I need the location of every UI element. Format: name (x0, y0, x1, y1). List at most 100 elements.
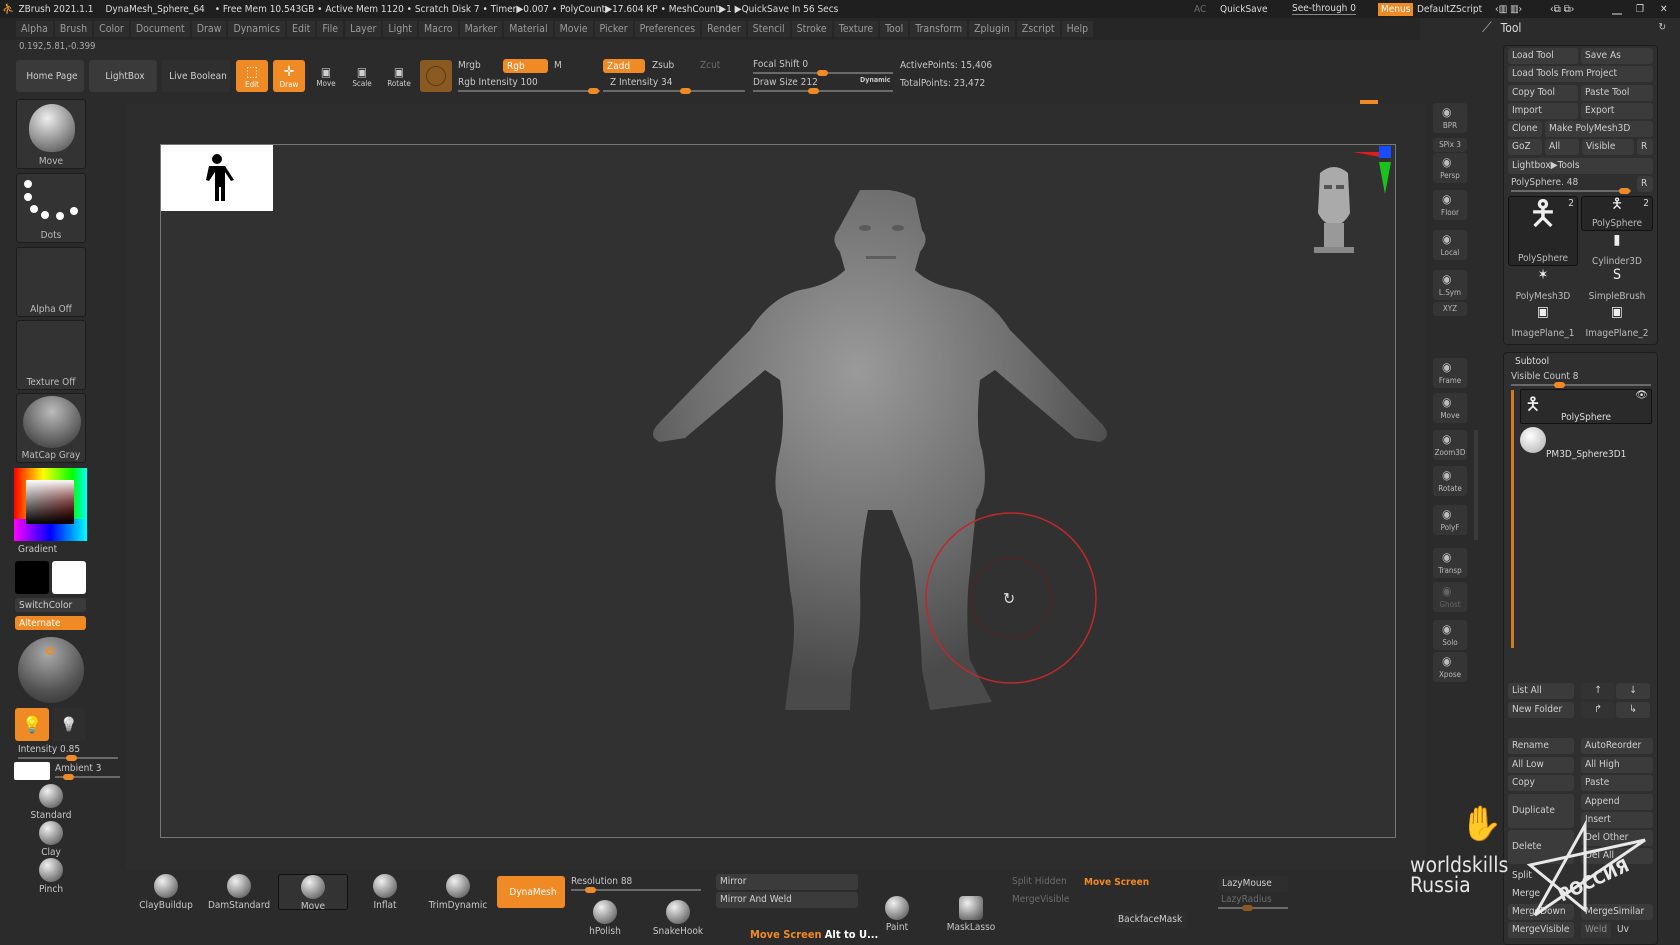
minimize-icon[interactable]: ⎽ (1612, 4, 1622, 15)
solo-button[interactable]: ◉ Solo (1433, 620, 1467, 650)
light-sphere[interactable] (18, 637, 84, 703)
lazyradius-slider[interactable]: LazyRadius (1221, 894, 1272, 905)
transp-button[interactable]: ◉ Transp (1433, 548, 1467, 578)
subtool-item-pm3d-sphere[interactable]: PM3D_Sphere3D1 (1520, 425, 1652, 460)
save-as-button[interactable]: Save As (1581, 48, 1653, 64)
new-folder-button[interactable]: New Folder (1508, 702, 1574, 718)
current-tool-knob[interactable] (1619, 188, 1630, 194)
menus-toggle[interactable]: Menus (1378, 2, 1414, 16)
light-on-button[interactable]: 💡 (15, 708, 49, 741)
menu-movie[interactable]: Movie (554, 21, 593, 37)
default-zscript-button[interactable]: DefaultZScript (1417, 4, 1482, 15)
ambient-slider[interactable]: Ambient 3 (55, 763, 101, 774)
menu-stencil[interactable]: Stencil (747, 21, 790, 37)
visible-count-knob[interactable] (1554, 382, 1565, 388)
tool-thumbnail-imageplane_2[interactable]: ▣ ImagePlane_2 (1581, 305, 1653, 340)
window-layout-icon[interactable]: ‹⧉ ⧉› (1550, 4, 1574, 15)
secondary-color-swatch[interactable] (15, 561, 49, 594)
autoreorder-button[interactable]: AutoReorder (1581, 738, 1653, 754)
intensity-track[interactable] (18, 755, 118, 761)
scale-button[interactable]: ▣ Scale (346, 60, 378, 92)
draw-size-slider[interactable]: Draw Size 212 (753, 77, 818, 88)
mergevisible-shelf-button[interactable]: MergeVisible (1012, 894, 1069, 905)
goz-r-button[interactable]: R (1637, 139, 1653, 155)
menu-zplugin[interactable]: Zplugin (969, 21, 1015, 37)
rotate-button[interactable]: ◉ Rotate (1433, 466, 1467, 496)
brush-selector[interactable]: Move (16, 99, 86, 169)
append-button[interactable]: Append (1581, 794, 1653, 810)
live-boolean-button[interactable]: Live Boolean (162, 60, 230, 92)
xyz-button[interactable]: XYZ (1433, 302, 1467, 316)
tool-thumbnail-polysphere[interactable]: 🯅 2 PolySphere (1508, 196, 1578, 266)
menu-edit[interactable]: Edit (287, 21, 316, 37)
masklasso-brush[interactable]: MaskLasso (940, 896, 1002, 933)
z-intensity-slider[interactable]: Z Intensity 34 (610, 77, 672, 88)
all-low-button[interactable]: All Low (1508, 757, 1574, 773)
ambient-color-swatch[interactable] (14, 762, 50, 780)
lazyradius-track[interactable] (1218, 905, 1288, 911)
uv-button[interactable]: Uv (1613, 922, 1643, 938)
menu-render[interactable]: Render (702, 21, 746, 37)
snakehook-brush[interactable]: SnakeHook (650, 900, 706, 937)
menu-zscript[interactable]: Zscript (1016, 21, 1060, 37)
move-button[interactable]: ▣ Move (310, 60, 342, 92)
switchcolor-button[interactable]: SwitchColor (15, 598, 86, 612)
copy-button[interactable]: Copy (1508, 775, 1574, 791)
rgb-intensity-knob[interactable] (588, 88, 599, 94)
shelf-brush-trimdynamic[interactable]: TrimDynamic (424, 874, 492, 911)
close-icon[interactable]: ✕ (1660, 4, 1668, 15)
move-button[interactable]: ◉ Move (1433, 393, 1467, 423)
rgb-intensity-slider[interactable]: Rgb Intensity 100 (458, 77, 538, 88)
material-swatch-button[interactable] (420, 60, 452, 92)
menu-layer[interactable]: Layer (345, 21, 382, 37)
restore-icon[interactable]: ❐ (1636, 4, 1644, 15)
goz-button[interactable]: GoZ (1508, 139, 1542, 155)
menu-texture[interactable]: Texture (833, 21, 879, 37)
menu-dynamics[interactable]: Dynamics (228, 21, 286, 37)
polyf-button[interactable]: ◉ PolyF (1433, 505, 1467, 535)
lazyradius-knob[interactable] (1242, 905, 1253, 911)
tool-thumbnail-imageplane_1[interactable]: ▣ ImagePlane_1 (1508, 305, 1578, 340)
hpolish-brush[interactable]: hPolish (580, 900, 630, 937)
menu-brush[interactable]: Brush (54, 21, 93, 37)
visibility-eye-icon[interactable]: 👁 (1635, 390, 1648, 401)
see-through-slider[interactable]: See-through 0 (1292, 3, 1356, 15)
floor-button[interactable]: ◉ Floor (1433, 190, 1467, 220)
z-intensity-track[interactable] (603, 88, 745, 94)
current-tool-r-button[interactable]: R (1637, 176, 1653, 192)
focal-shift-knob[interactable] (817, 70, 828, 76)
resolution-knob[interactable] (585, 887, 596, 893)
resolution-slider[interactable]: Resolution 88 (571, 876, 632, 887)
goz-visible-button[interactable]: Visible (1582, 139, 1634, 155)
draw-size-track[interactable] (753, 88, 893, 94)
menu-tool[interactable]: Tool (880, 21, 909, 37)
move-into-folder-icon[interactable]: ↳ (1616, 702, 1650, 718)
clone-button[interactable]: Clone (1508, 121, 1542, 137)
make-polymesh3d-button[interactable]: Make PolyMesh3D (1545, 121, 1653, 137)
dynamesh-button[interactable]: DynaMesh (497, 876, 565, 908)
paste-tool-button[interactable]: Paste Tool (1581, 85, 1653, 101)
menu-light[interactable]: Light (383, 21, 417, 37)
all-high-button[interactable]: All High (1581, 757, 1653, 773)
gradient-label[interactable]: Gradient (18, 544, 57, 555)
menu-transform[interactable]: Transform (910, 21, 968, 37)
bpr-button[interactable]: ◉ BPR (1433, 103, 1467, 133)
menu-material[interactable]: Material (504, 21, 553, 37)
color-picker[interactable] (14, 468, 87, 541)
menu-file[interactable]: File (317, 21, 344, 37)
menu-stroke[interactable]: Stroke (791, 21, 832, 37)
z-intensity-knob[interactable] (680, 88, 691, 94)
import-button[interactable]: Import (1508, 103, 1578, 119)
edit-button[interactable]: ⬚ Edit (236, 60, 268, 92)
axis-gizmo-icon[interactable] (1345, 144, 1395, 194)
rename-button[interactable]: Rename (1508, 738, 1574, 754)
list-all-button[interactable]: List All (1508, 683, 1574, 699)
export-button[interactable]: Export (1581, 103, 1653, 119)
layout-arrows-icon[interactable]: ‹▥ ▥› (1495, 4, 1522, 15)
shelf-brush-claybuildup[interactable]: ClayBuildup (132, 874, 200, 911)
texture-selector[interactable]: Texture Off (16, 320, 86, 390)
alpha-selector[interactable]: Alpha Off (16, 247, 86, 317)
shelf-brush-inflat[interactable]: Inflat (351, 874, 419, 911)
draw-size-knob[interactable] (808, 88, 819, 94)
menu-color[interactable]: Color (94, 21, 129, 37)
